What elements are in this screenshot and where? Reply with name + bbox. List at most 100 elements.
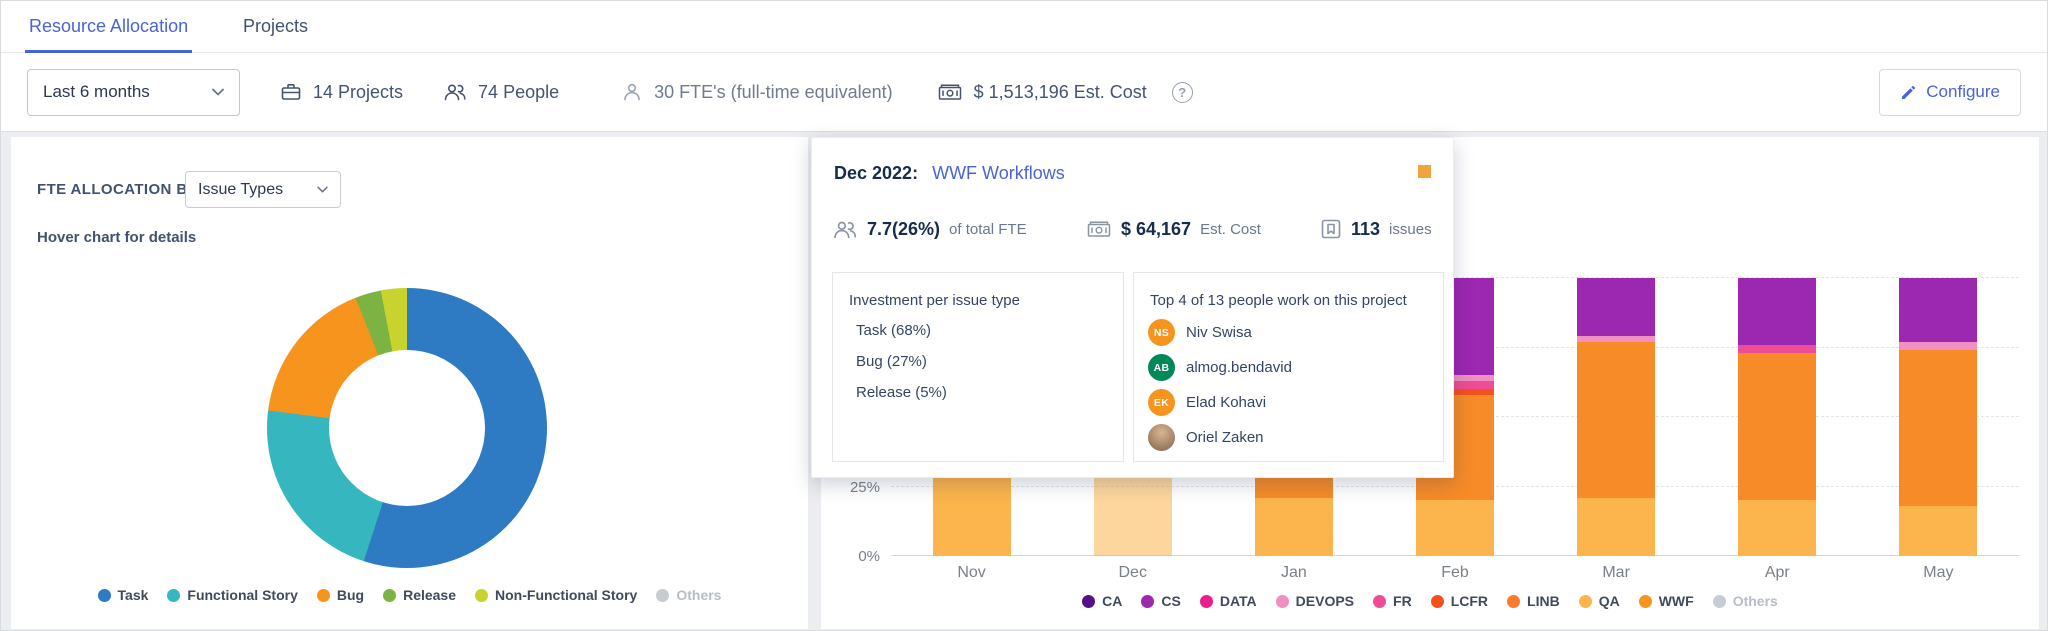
- bar-segment-qa[interactable]: [1577, 497, 1656, 556]
- legend-item-cs[interactable]: CS: [1141, 593, 1181, 609]
- legend-item-wwf[interactable]: WWF: [1638, 593, 1694, 609]
- projects-stat-text: 14 Projects: [313, 81, 404, 102]
- legend-item-data[interactable]: DATA: [1199, 593, 1257, 609]
- investment-item: Release (5%): [856, 384, 947, 401]
- legend-item-bug[interactable]: Bug: [316, 587, 364, 603]
- tooltip-fte-value: 7.7(26%): [867, 219, 941, 239]
- person-name: Oriel Zaken: [1186, 429, 1264, 446]
- person-name: Niv Swisa: [1186, 324, 1252, 341]
- avatar: EK: [1148, 389, 1175, 416]
- tooltip-fte-stat: 7.7(26%) of total FTE: [832, 218, 1027, 241]
- bar-slot-mar: [1536, 278, 1697, 556]
- projects-stat: 14 Projects: [280, 81, 403, 103]
- issue-types-dropdown[interactable]: Issue Types: [185, 171, 341, 208]
- bar-segment-qa[interactable]: [1738, 500, 1817, 556]
- money-icon: [1086, 218, 1112, 240]
- legend-label: DEVOPS: [1295, 593, 1355, 609]
- legend-item-release[interactable]: Release: [383, 587, 456, 603]
- bar-segment-qa[interactable]: [1254, 497, 1333, 556]
- investment-box: Investment per issue type Task (68%) Bug …: [832, 272, 1124, 462]
- investment-items: Task (68%) Bug (27%) Release (5%): [833, 315, 1123, 408]
- legend-dot: [1199, 594, 1213, 608]
- bar-segment-wwf[interactable]: [1577, 341, 1656, 498]
- legend-item-functional-story[interactable]: Functional Story: [167, 587, 298, 603]
- bar-segment-qa[interactable]: [1415, 500, 1494, 556]
- tab-projects[interactable]: Projects: [239, 1, 312, 53]
- people-box-title: Top 4 of 13 people work on this project: [1150, 292, 1407, 309]
- tooltip-issues-stat: 113 issues: [1320, 218, 1432, 240]
- bar-slot-apr: [1697, 278, 1858, 556]
- tooltip-cost-value: $ 64,167: [1121, 218, 1192, 239]
- stacked-bar-may[interactable]: [1899, 278, 1978, 556]
- project-color-swatch: [1418, 165, 1431, 178]
- people-icon: [832, 218, 858, 241]
- tooltip-issues-value: 113: [1351, 218, 1381, 239]
- pencil-icon: [1900, 84, 1917, 101]
- person-row: AB almog.bendavid: [1134, 350, 1443, 385]
- legend-dot: [1082, 594, 1096, 608]
- legend-item-non-functional-story[interactable]: Non-Functional Story: [475, 587, 637, 603]
- legend-item-lcfr[interactable]: LCFR: [1430, 593, 1489, 609]
- fte-allocation-panel: FTE ALLOCATION BY Issue Types Hover char…: [11, 137, 808, 629]
- legend-item-devops[interactable]: DEVOPS: [1275, 593, 1355, 609]
- money-icon: [937, 81, 963, 103]
- legend-label: WWF: [1658, 593, 1694, 609]
- legend-dot: [316, 588, 330, 602]
- y-axis-label-25%: 25%: [849, 478, 880, 496]
- x-axis-label-dec: Dec: [1118, 564, 1147, 581]
- bar-segment-qa[interactable]: [1899, 505, 1978, 556]
- legend-item-others[interactable]: Others: [1712, 593, 1778, 609]
- investment-item: Task (68%): [856, 322, 932, 339]
- tooltip-project-link[interactable]: WWF Workflows: [932, 163, 1065, 183]
- x-axis-label-nov: Nov: [957, 564, 986, 581]
- bar-segment-cs[interactable]: [1899, 278, 1978, 342]
- tooltip-period: Dec 2022:: [834, 163, 919, 183]
- legend-label: Functional Story: [187, 587, 298, 603]
- legend-item-others[interactable]: Others: [656, 587, 721, 603]
- person-row: EK Elad Kohavi: [1134, 385, 1443, 420]
- legend-item-task[interactable]: Task: [97, 587, 148, 603]
- legend-label: LCFR: [1450, 593, 1489, 609]
- period-dropdown[interactable]: Last 6 months: [27, 68, 240, 116]
- avatar: AB: [1148, 354, 1175, 381]
- legend-item-ca[interactable]: CA: [1082, 593, 1122, 609]
- legend-item-fr[interactable]: FR: [1373, 593, 1412, 609]
- x-axis-label-apr: Apr: [1764, 564, 1790, 581]
- stacked-bar-mar[interactable]: [1577, 278, 1656, 556]
- person-row: NS Niv Swisa: [1134, 315, 1443, 350]
- donut-legend: Task Functional Story Bug Release Non-Functi…: [11, 587, 808, 603]
- stacked-bar-apr[interactable]: [1738, 278, 1817, 556]
- bar-segment-qa[interactable]: [1093, 478, 1172, 556]
- fte-allocation-by-label: FTE ALLOCATION BY: [37, 181, 198, 198]
- legend-item-linb[interactable]: LINB: [1507, 593, 1560, 609]
- tooltip-fte-label: of total FTE: [949, 221, 1027, 238]
- tab-resource-allocation[interactable]: Resource Allocation: [25, 1, 193, 53]
- bar-segment-fr[interactable]: [1738, 344, 1817, 354]
- fte-donut-chart[interactable]: [267, 288, 547, 568]
- bar-segment-qa[interactable]: [932, 478, 1011, 556]
- legend-dot: [1578, 594, 1592, 608]
- bar-segment-devops[interactable]: [1899, 341, 1978, 351]
- legend-label: QA: [1598, 593, 1620, 609]
- y-axis-label-0%: 0%: [858, 548, 880, 565]
- legend-dot: [383, 588, 397, 602]
- legend-label: CS: [1161, 593, 1181, 609]
- bar-segment-cs[interactable]: [1577, 278, 1656, 337]
- bar-segment-cs[interactable]: [1738, 278, 1817, 345]
- legend-dot: [97, 588, 111, 602]
- x-axis-label-may: May: [1923, 564, 1954, 581]
- tooltip-stats: 7.7(26%) of total FTE $ 64,167 Est. Cost: [812, 218, 1453, 244]
- tooltip-cost-label: Est. Cost: [1200, 220, 1261, 238]
- bar-segment-wwf[interactable]: [1899, 350, 1978, 506]
- bar-segment-wwf[interactable]: [1738, 353, 1817, 501]
- legend-dot: [656, 588, 670, 602]
- legend-dot: [1507, 594, 1521, 608]
- help-icon[interactable]: ?: [1171, 81, 1193, 103]
- summary-toolbar: Last 6 months 14 Projects 74 People 30 F…: [1, 53, 2047, 132]
- legend-label: LINB: [1527, 593, 1560, 609]
- configure-button[interactable]: Configure: [1879, 68, 2021, 116]
- avatar: [1148, 424, 1175, 451]
- people-stat: 74 People: [443, 81, 559, 103]
- person-row: Oriel Zaken: [1134, 420, 1443, 455]
- legend-item-qa[interactable]: QA: [1578, 593, 1620, 609]
